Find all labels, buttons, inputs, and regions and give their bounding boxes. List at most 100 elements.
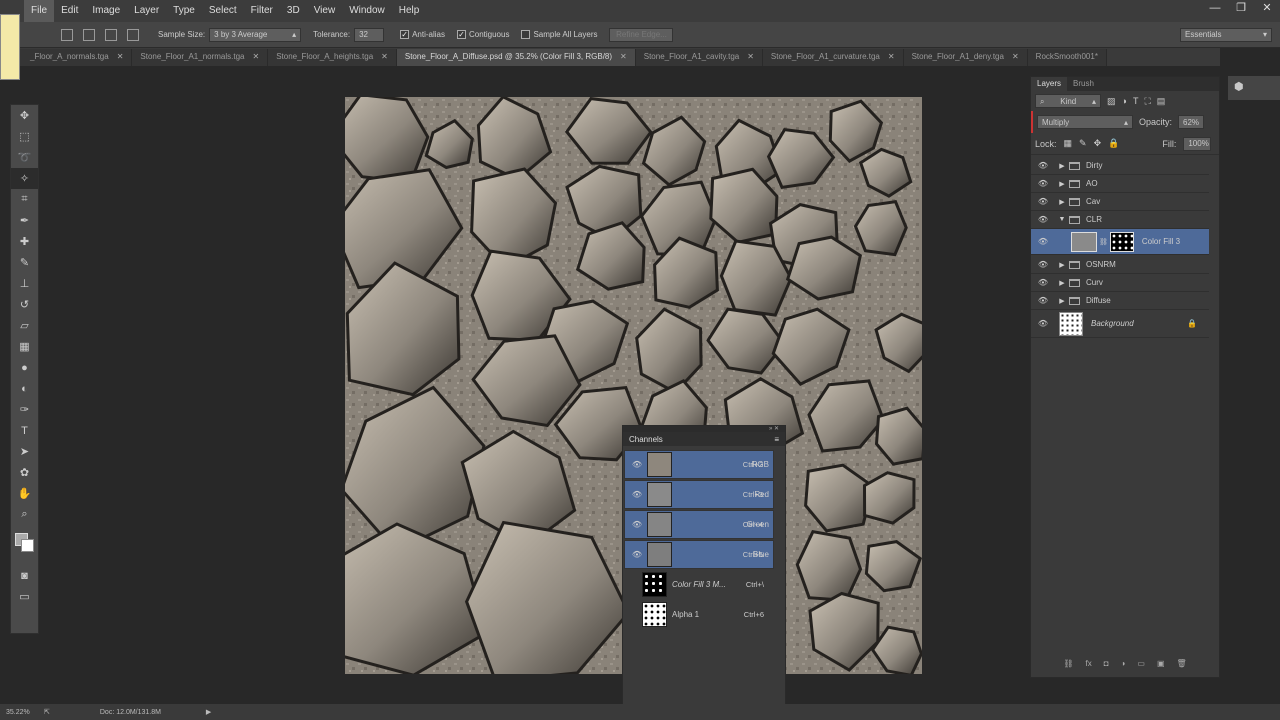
eye-icon[interactable]: 👁 <box>631 488 643 501</box>
screen-mode-icon[interactable]: ▭ <box>11 586 38 607</box>
tab-layers[interactable]: Layers <box>1031 77 1068 91</box>
link-layers-icon[interactable]: ⛓ <box>1063 659 1073 673</box>
subtract-selection-icon[interactable] <box>105 28 117 41</box>
tab-brush[interactable]: Brush <box>1067 77 1100 91</box>
minimize-button[interactable]: — <box>1202 0 1228 18</box>
expand-triangle-icon[interactable]: ▶ <box>1057 297 1067 305</box>
lasso-tool-icon[interactable]: ➰ <box>11 147 38 168</box>
pen-tool-icon[interactable]: ✑ <box>11 399 38 420</box>
eye-icon[interactable]: 👁 <box>631 518 643 531</box>
brush-tool-icon[interactable]: ✎ <box>11 252 38 273</box>
layer-color-fill-3[interactable]: 👁 ⛓ Color Fill 3 <box>1031 229 1209 255</box>
menu-type[interactable]: Type <box>166 0 202 22</box>
menu-3d[interactable]: 3D <box>280 0 307 22</box>
close-icon[interactable]: ✕ <box>747 49 754 66</box>
collapse-triangle-icon[interactable]: ▼ <box>1057 216 1067 223</box>
mask-thumbnail[interactable] <box>1109 231 1134 252</box>
layer-group-cav[interactable]: 👁 ▶ Cav <box>1031 193 1209 211</box>
background-color-swatch[interactable] <box>21 539 34 552</box>
intersect-selection-icon[interactable] <box>127 28 139 41</box>
layer-group-osnrm[interactable]: 👁 ▶ OSNRM <box>1031 256 1209 274</box>
channel-row[interactable]: 👁 Red Ctrl+3 <box>624 480 774 509</box>
eye-icon[interactable]: 👁 <box>1037 319 1049 328</box>
menu-filter[interactable]: Filter <box>244 0 280 22</box>
tolerance-input[interactable]: 32 <box>354 27 385 42</box>
pixel-filter-icon[interactable]: ▨ <box>1107 96 1116 107</box>
hand-tool-icon[interactable]: ✋ <box>11 483 38 504</box>
channel-row[interactable]: Alpha 1 Ctrl+6 <box>624 600 774 629</box>
eye-icon[interactable]: 👁 <box>631 548 643 561</box>
trash-icon[interactable]: 🗑 <box>1177 659 1187 673</box>
channel-row[interactable]: 👁 RGB Ctrl+2 <box>624 450 774 479</box>
tab-diffuse[interactable]: Stone_Floor_A_Diffuse.psd @ 35.2% (Color… <box>396 49 636 66</box>
add-selection-icon[interactable] <box>83 28 95 41</box>
refine-edge-button[interactable]: Refine Edge... <box>609 27 674 42</box>
menu-select[interactable]: Select <box>202 0 244 22</box>
workspace-switcher[interactable]: Essentials ▾ <box>1180 27 1272 42</box>
smart-object-filter-icon[interactable]: ▤ <box>1157 96 1166 107</box>
eraser-tool-icon[interactable]: ▱ <box>11 315 38 336</box>
expand-triangle-icon[interactable]: ▶ <box>1057 198 1067 206</box>
menu-help[interactable]: Help <box>392 0 427 22</box>
history-brush-icon[interactable]: ↺ <box>11 294 38 315</box>
close-icon[interactable]: ✕ <box>381 49 388 66</box>
zoom-tool-icon[interactable]: ⌕ <box>11 504 38 525</box>
link-icon[interactable]: ⛓ <box>1099 238 1108 246</box>
eye-icon[interactable]: 👁 <box>1037 197 1049 206</box>
path-select-icon[interactable]: ➤ <box>11 441 38 462</box>
anti-alias-checkbox[interactable]: ✓ Anti-alias <box>400 30 445 39</box>
magic-wand-tool-icon[interactable]: ✧ <box>11 168 38 189</box>
close-icon[interactable]: ✕ <box>252 49 259 66</box>
move-tool-icon[interactable]: ✥ <box>11 105 38 126</box>
sample-all-layers-checkbox[interactable]: Sample All Layers <box>521 30 597 39</box>
eye-icon[interactable]: 👁 <box>1037 278 1049 287</box>
eye-icon[interactable]: 👁 <box>1037 161 1049 170</box>
close-window-button[interactable]: ✕ <box>1254 0 1280 18</box>
healing-brush-icon[interactable]: ✚ <box>11 231 38 252</box>
new-group-icon[interactable]: ▭ <box>1137 659 1145 673</box>
menu-window[interactable]: Window <box>342 0 392 22</box>
blend-mode-select[interactable]: Multiply ▴ <box>1037 115 1133 129</box>
opacity-input[interactable]: 62% <box>1178 115 1205 129</box>
close-icon[interactable]: ✕ <box>888 49 895 66</box>
expand-triangle-icon[interactable]: ▶ <box>1057 279 1067 287</box>
new-selection-icon[interactable] <box>61 28 73 41</box>
layer-group-clr[interactable]: 👁 ▼ CLR <box>1031 211 1209 229</box>
eye-icon[interactable]: 👁 <box>1037 260 1049 269</box>
lock-all-icon[interactable]: 🔒 <box>1108 138 1119 149</box>
layer-group-dirty[interactable]: 👁 ▶ Dirty <box>1031 157 1209 175</box>
menu-image[interactable]: Image <box>85 0 127 22</box>
menu-view[interactable]: View <box>307 0 343 22</box>
quick-mask-icon[interactable]: ◙ <box>11 565 38 586</box>
contiguous-checkbox[interactable]: ✓ Contiguous <box>456 30 509 39</box>
eye-icon[interactable]: 👁 <box>1037 296 1049 305</box>
channel-row[interactable]: 👁 Blue Ctrl+5 <box>624 540 774 569</box>
new-layer-icon[interactable]: ▣ <box>1157 659 1165 673</box>
status-menu-arrow-icon[interactable]: ▶ <box>206 708 211 716</box>
eyedropper-tool-icon[interactable]: ✒ <box>11 210 38 231</box>
expand-triangle-icon[interactable]: ▶ <box>1057 261 1067 269</box>
close-icon[interactable]: ✕ <box>1012 49 1019 66</box>
tab-a1-normals[interactable]: Stone_Floor_A1_normals.tga ✕ <box>132 49 269 66</box>
menu-file[interactable]: File <box>24 0 55 22</box>
crop-tool-icon[interactable]: ⌗ <box>11 189 38 210</box>
tab-cavity[interactable]: Stone_Floor_A1_cavity.tga ✕ <box>635 49 763 66</box>
expand-triangle-icon[interactable]: ▶ <box>1057 180 1067 188</box>
type-tool-icon[interactable]: T <box>11 420 38 441</box>
eye-icon[interactable]: 👁 <box>631 458 643 471</box>
tab-curvature[interactable]: Stone_Floor_A1_curvature.tga ✕ <box>762 49 904 66</box>
panel-menu-icon[interactable]: ≡ <box>774 435 779 444</box>
blur-tool-icon[interactable]: ● <box>11 357 38 378</box>
layer-group-ao[interactable]: 👁 ▶ AO <box>1031 175 1209 193</box>
dodge-tool-icon[interactable]: ◐ <box>11 378 38 399</box>
add-mask-icon[interactable]: ◘ <box>1104 659 1109 673</box>
menu-layer[interactable]: Layer <box>127 0 166 22</box>
expand-triangle-icon[interactable]: ▶ <box>1057 162 1067 170</box>
lock-position-icon[interactable]: ✥ <box>1094 138 1102 149</box>
layer-background[interactable]: 👁 Background 🔒 <box>1031 310 1209 338</box>
eye-icon[interactable]: 👁 <box>1037 237 1049 246</box>
shape-filter-icon[interactable]: ⛶ <box>1144 96 1150 107</box>
tab-rocksmooth[interactable]: RockSmooth001* <box>1027 49 1107 66</box>
close-icon[interactable]: ✕ <box>620 49 627 66</box>
3d-cube-icon[interactable]: ⬢ <box>1234 80 1244 93</box>
